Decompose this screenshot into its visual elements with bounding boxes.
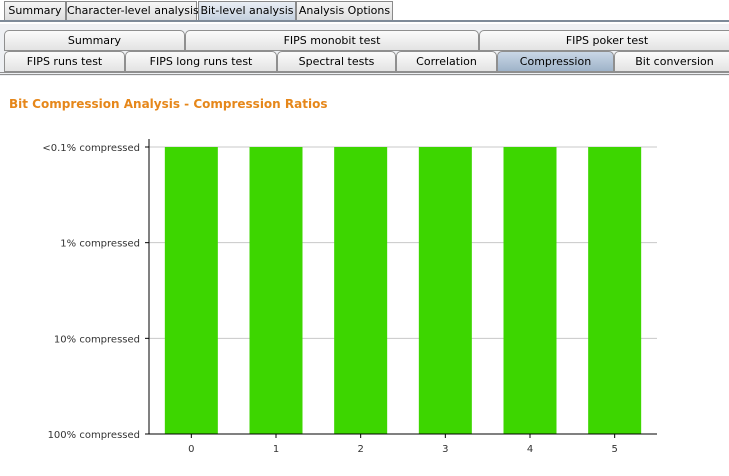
bar [588,147,642,434]
bar [164,147,218,434]
x-tick-label: 3 [442,444,448,455]
x-tick-label: 0 [188,444,194,455]
bar [249,147,303,434]
y-tick-label: <0.1% compressed [42,143,140,154]
bar [334,147,388,434]
x-tick-label: 4 [527,444,533,455]
y-tick-label: 10% compressed [54,334,140,345]
y-tick-label: 100% compressed [48,430,140,441]
compression-ratio-chart: 0 1 2 3 4 5 100% compressed 10% compressed 1% co… [42,139,657,455]
x-tick-label: 2 [357,444,363,455]
bar [503,147,557,434]
x-tick-label: 5 [611,444,617,455]
bar [418,147,472,434]
x-tick-label: 1 [273,444,279,455]
y-tick-label: 1% compressed [60,239,140,250]
